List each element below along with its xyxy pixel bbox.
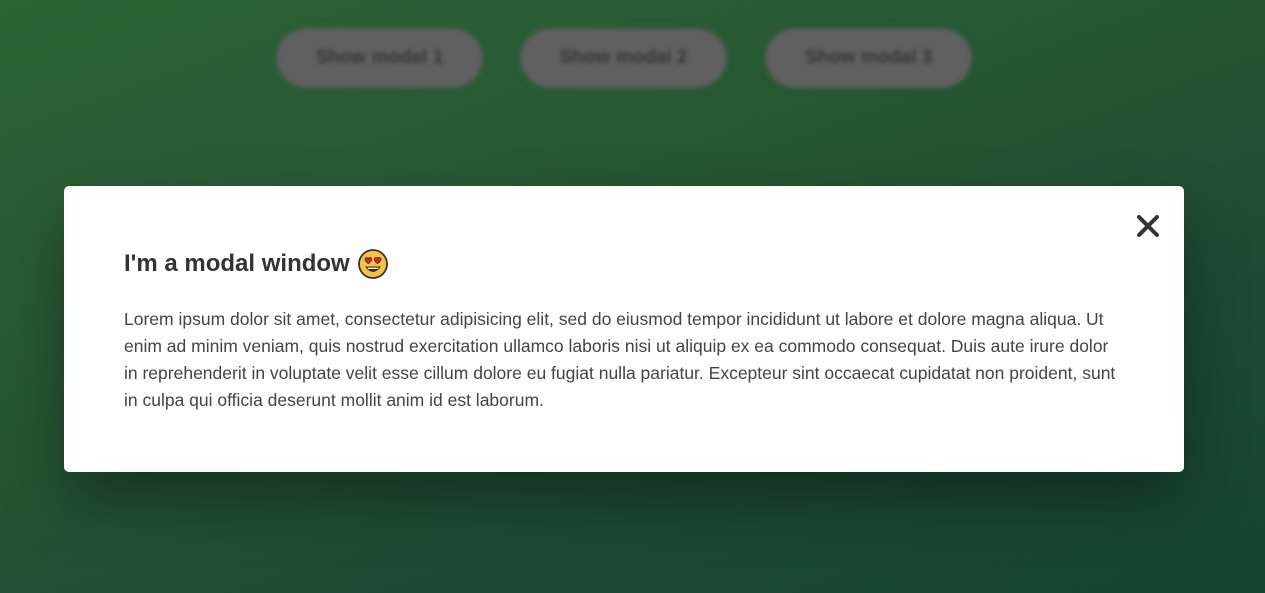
close-icon[interactable] xyxy=(1134,212,1162,240)
modal-title-text: I'm a modal window xyxy=(124,250,350,277)
heart-eyes-emoji-icon xyxy=(357,249,388,279)
modal-title: I'm a modal window xyxy=(124,248,388,280)
modal-body-text: Lorem ipsum dolor sit amet, consectetur … xyxy=(124,309,1116,410)
modal-window: I'm a modal window Lorem ipsum dolor sit… xyxy=(64,186,1184,472)
